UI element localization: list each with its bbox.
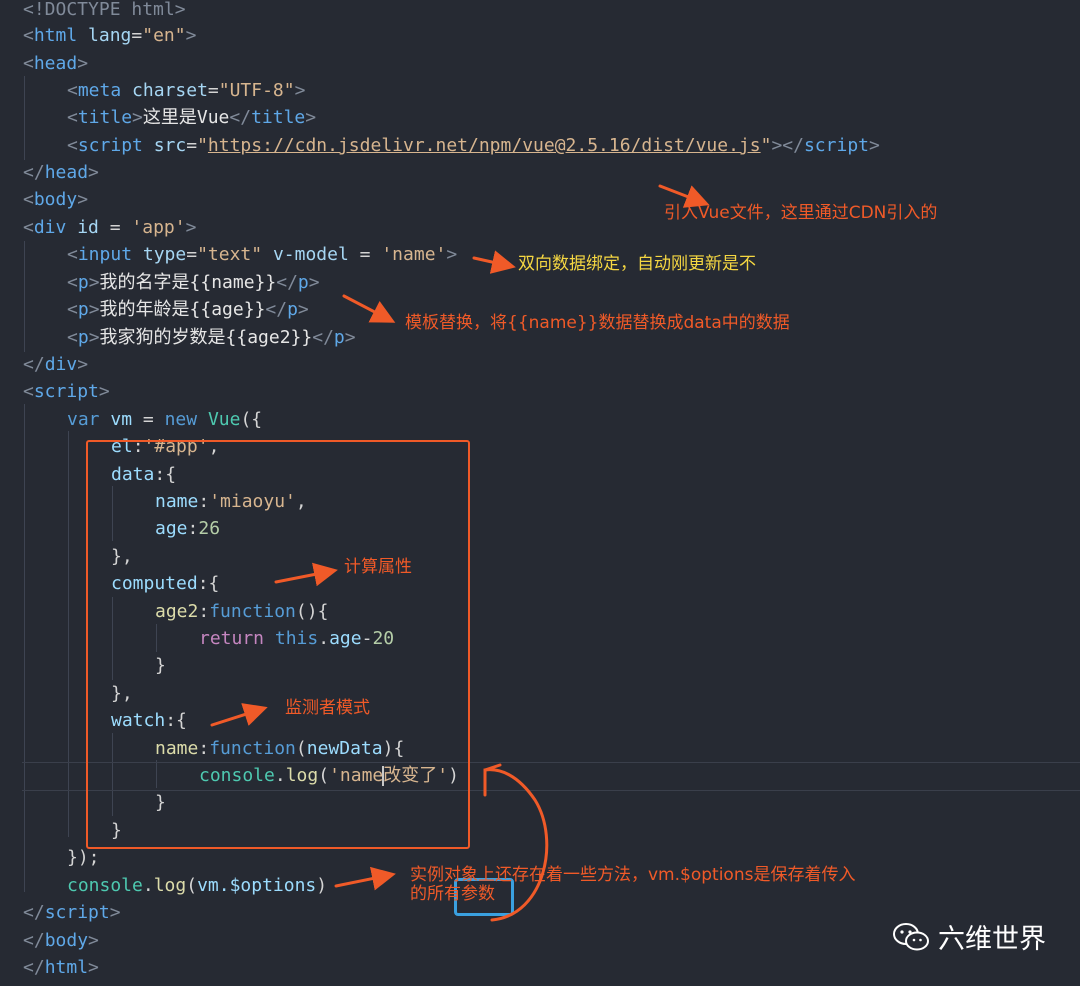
arrow-computed (274, 562, 338, 587)
annotation-options-line2: 的所有参数 (410, 884, 495, 904)
arrow-template (342, 294, 396, 323)
arrow-watch (210, 703, 268, 727)
arrow-binding (472, 250, 516, 274)
annotation-computed: 计算属性 (344, 557, 412, 577)
annotation-arrows (210, 184, 710, 922)
annotation-template: 模板替换，将{{name}}数据替换成data中的数据 (405, 313, 790, 333)
watermark-label: 六维世界 (938, 924, 1046, 955)
annotation-cdn: 引入Vue文件，这里通过CDN引入的 (664, 203, 938, 223)
annotation-binding: 双向数据绑定，自动刚更新是不 (518, 254, 756, 274)
annotation-options-line1: 实例对象上还存在着一些方法，vm.$options是保存着传入 (410, 865, 856, 885)
arrow-cdn (658, 184, 710, 208)
annotation-watch: 监测者模式 (285, 698, 370, 718)
watermark: 六维世界 (892, 917, 1046, 956)
wechat-icon (893, 922, 929, 950)
arrow-options (334, 866, 396, 891)
